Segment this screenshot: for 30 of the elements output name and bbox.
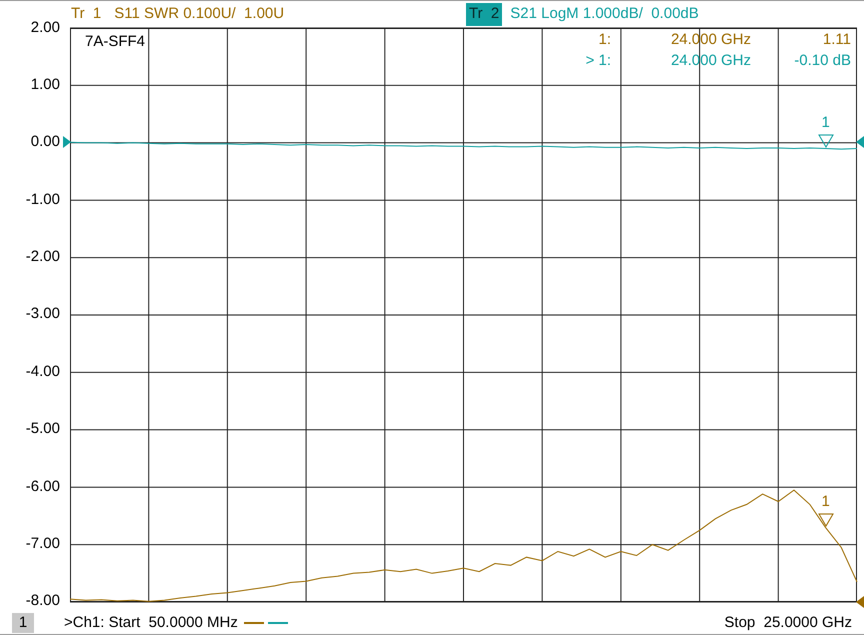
reference-icon xyxy=(856,136,864,148)
marker-number: 1 xyxy=(822,114,830,132)
axis-label: 1.00 xyxy=(30,74,60,95)
axis-label: -2.00 xyxy=(26,247,60,268)
stop-frequency: Stop 25.0000 GHz xyxy=(724,612,852,632)
trace-label[interactable]: Tr 2 xyxy=(466,3,502,26)
axis-label: -5.00 xyxy=(26,419,60,440)
axis-label: -6.00 xyxy=(26,476,60,497)
trace-setting: S11 SWR 0.100U/ 1.00U xyxy=(114,4,284,24)
marker-value: -0.10 dB xyxy=(793,50,851,71)
axis-label: -8.00 xyxy=(26,591,60,612)
axis-label: -4.00 xyxy=(26,362,60,382)
reference-icon xyxy=(63,136,71,148)
marker-icon[interactable] xyxy=(818,134,834,148)
channel-badge[interactable]: 1 xyxy=(12,612,34,633)
axis-label: 0.00 xyxy=(30,132,60,152)
marker-label: 1: xyxy=(597,30,611,50)
marker-number: 1 xyxy=(822,492,830,511)
trace-legend-icon xyxy=(244,620,288,625)
reference-icon xyxy=(856,596,864,608)
trace-setting: S21 LogM 1.000dB/ 0.00dB xyxy=(510,4,699,24)
marker-label: > 1: xyxy=(584,50,611,71)
marker-value: 1.11 xyxy=(822,30,851,50)
marker-icon[interactable] xyxy=(818,512,834,527)
start-frequency: >Ch1: Start 50.0000 MHz xyxy=(64,612,238,632)
axis-label: -7.00 xyxy=(26,534,60,554)
axis-label: -3.00 xyxy=(26,304,60,324)
axis-label: -1.00 xyxy=(26,190,60,210)
trace-label[interactable]: Tr 1 xyxy=(68,3,104,26)
axis-label: 2.00 xyxy=(30,18,60,38)
